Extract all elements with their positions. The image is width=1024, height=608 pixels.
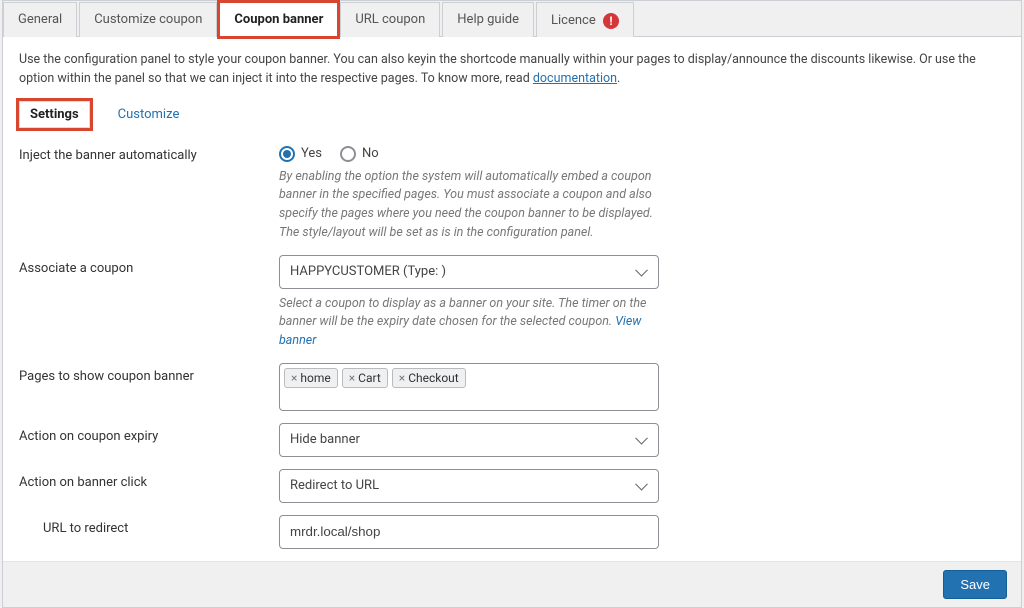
url-label: URL to redirect [19, 515, 279, 536]
documentation-link[interactable]: documentation [533, 71, 617, 86]
page-tag-checkout[interactable]: ×Checkout [392, 368, 466, 388]
url-redirect-input[interactable] [279, 515, 659, 549]
inject-no-radio[interactable]: No [340, 146, 379, 162]
subtab-customize[interactable]: Customize [108, 102, 190, 127]
expiry-label: Action on coupon expiry [19, 423, 279, 444]
page-tag-cart[interactable]: ×Cart [342, 368, 388, 388]
radio-icon [340, 146, 356, 162]
pages-label: Pages to show coupon banner [19, 363, 279, 384]
associate-label: Associate a coupon [19, 255, 279, 276]
inject-label: Inject the banner automatically [19, 142, 279, 163]
tab-general[interactable]: General [3, 2, 77, 37]
expiry-action-select[interactable]: Hide banner [279, 423, 659, 457]
content-area: Use the configuration panel to style you… [3, 37, 1021, 561]
tab-customize-coupon[interactable]: Customize coupon [79, 2, 217, 37]
page-tag-home[interactable]: ×home [284, 368, 338, 388]
subtabs: Settings Customize [19, 101, 1005, 128]
tab-licence[interactable]: Licence ! [536, 2, 634, 37]
inject-yes-label: Yes [301, 146, 322, 161]
tab-help-guide[interactable]: Help guide [442, 2, 534, 37]
associate-description: Select a coupon to display as a banner o… [279, 295, 659, 351]
footer-bar: Save [3, 561, 1021, 607]
radio-icon [279, 146, 295, 162]
tab-url-coupon[interactable]: URL coupon [340, 2, 440, 37]
click-action-select[interactable]: Redirect to URL [279, 469, 659, 503]
close-icon[interactable]: × [399, 371, 405, 385]
inject-description: By enabling the option the system will a… [279, 168, 659, 243]
alert-icon: ! [603, 13, 619, 29]
pages-tag-input[interactable]: ×home ×Cart ×Checkout [279, 363, 659, 411]
click-label: Action on banner click [19, 469, 279, 490]
subtab-settings[interactable]: Settings [19, 101, 90, 128]
top-tabs: General Customize coupon Coupon banner U… [3, 1, 1021, 37]
close-icon[interactable]: × [349, 371, 355, 385]
inject-no-label: No [362, 146, 379, 161]
tab-coupon-banner[interactable]: Coupon banner [219, 2, 338, 37]
inject-yes-radio[interactable]: Yes [279, 146, 322, 162]
tab-licence-label: Licence [551, 13, 596, 28]
associate-coupon-select[interactable]: HAPPYCUSTOMER (Type: ) [279, 255, 659, 289]
save-button[interactable]: Save [943, 570, 1007, 599]
intro-text: Use the configuration panel to style you… [19, 51, 1005, 89]
close-icon[interactable]: × [291, 371, 297, 385]
